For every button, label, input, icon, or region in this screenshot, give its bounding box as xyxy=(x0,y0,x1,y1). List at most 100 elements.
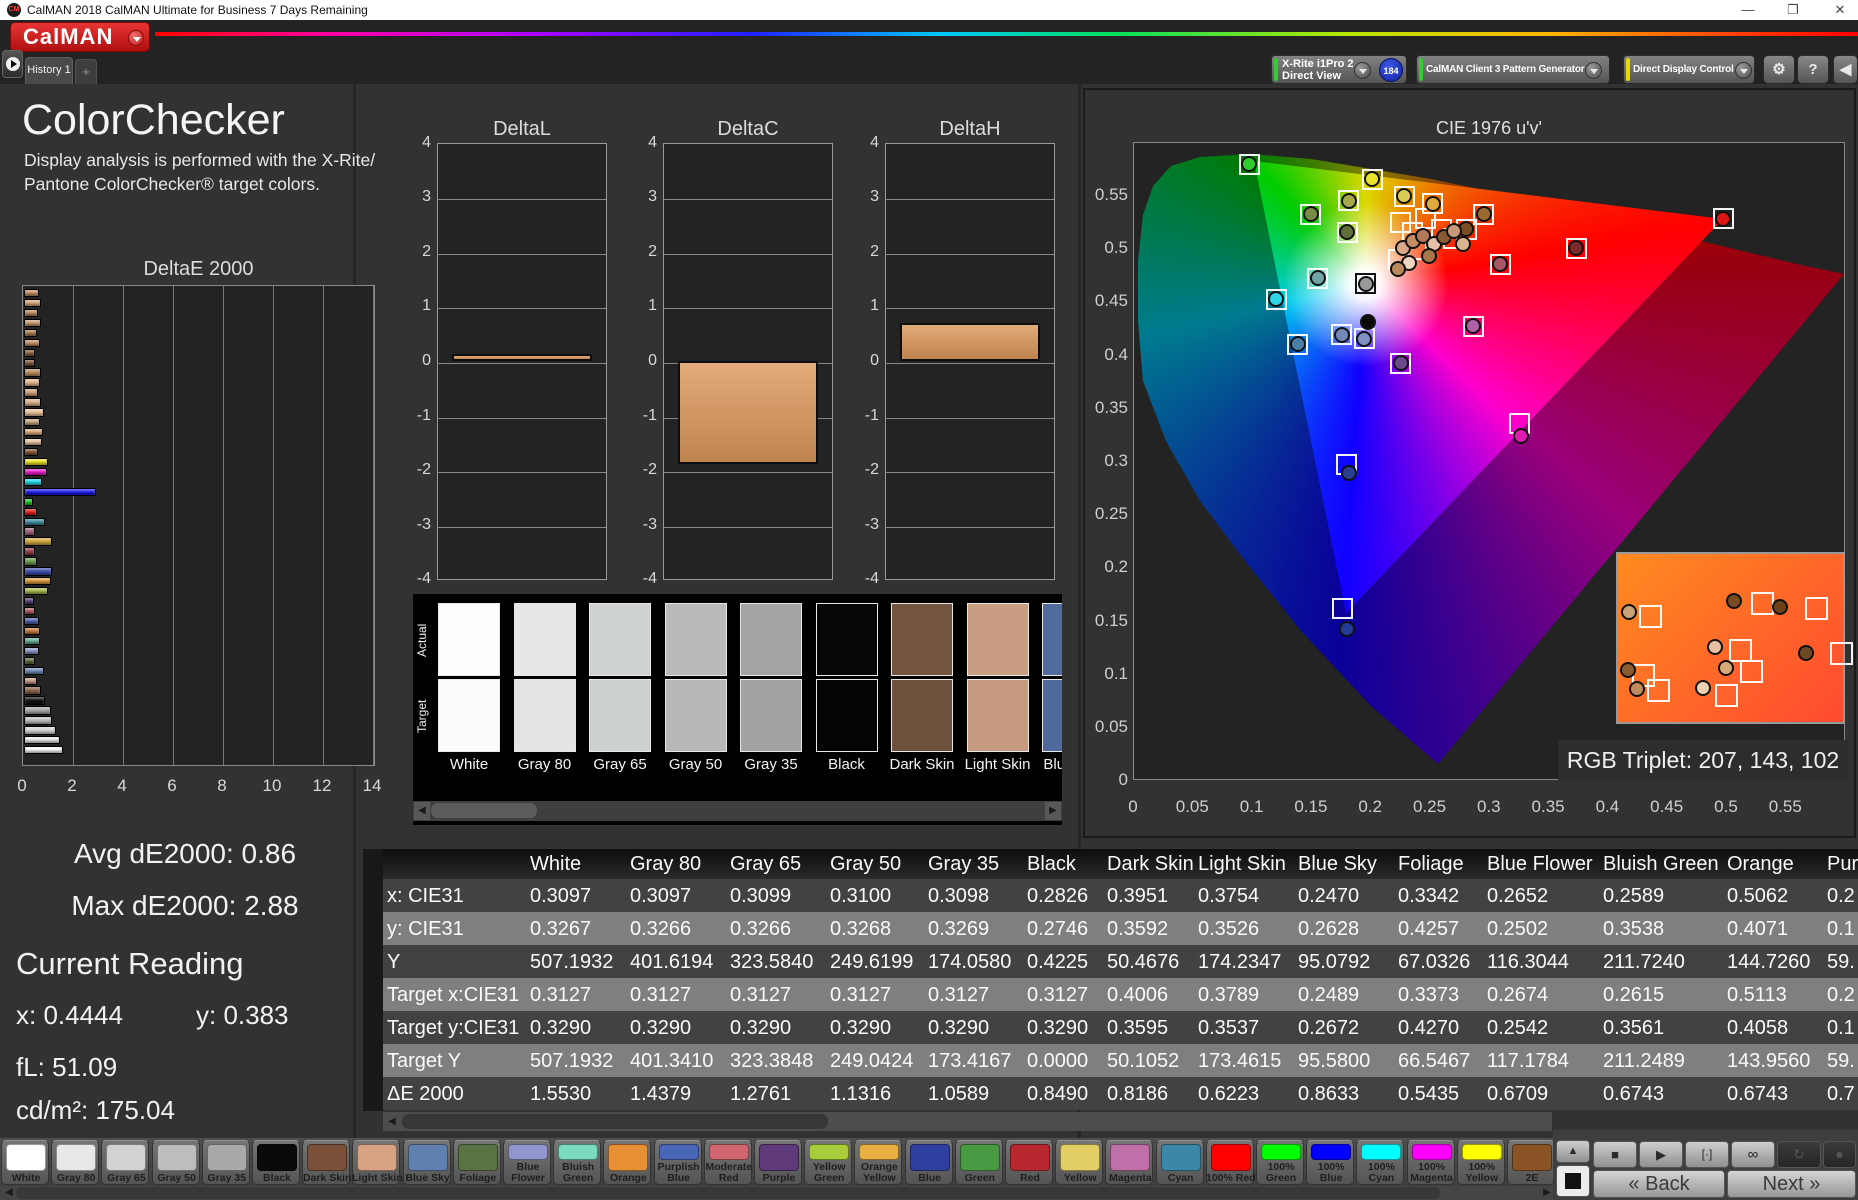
patch-button-bluish-green[interactable]: Bluish Green xyxy=(553,1140,602,1185)
patch-button-blue[interactable]: Blue xyxy=(904,1140,953,1185)
table-cell: 0.2489 xyxy=(1298,984,1360,1006)
patch-button-black[interactable]: Black xyxy=(252,1140,300,1185)
inset-target-square xyxy=(1740,660,1763,683)
patch-button-blue-sky[interactable]: Blue Sky xyxy=(402,1140,451,1185)
patch-button-label: Red xyxy=(1020,1172,1040,1184)
patch-label: Light Skin xyxy=(964,756,1031,773)
patch-button-orange-yellow[interactable]: Orange Yellow xyxy=(854,1140,903,1185)
table-cell: 0.6743 xyxy=(1603,1083,1665,1105)
display-window-button[interactable] xyxy=(1556,1165,1590,1197)
patch-button-gray-80[interactable]: Gray 80 xyxy=(51,1140,100,1185)
delta-tick-label: 1 xyxy=(422,297,431,315)
continuous-measure-button[interactable]: ∞ xyxy=(1731,1141,1775,1168)
patch-button-100--blue[interactable]: 100% Blue xyxy=(1306,1140,1355,1185)
deltae-bar xyxy=(24,577,51,586)
patch-button-light-skin[interactable]: Light Skin xyxy=(352,1140,403,1185)
strip-scroll-left-icon[interactable]: ◀ xyxy=(414,802,430,820)
actual-swatch-white xyxy=(438,603,500,676)
table-cell: 0.3266 xyxy=(730,918,792,940)
patch-button-label: Blue Sky xyxy=(405,1172,450,1184)
delta-chart xyxy=(885,143,1055,580)
inset-measured-point xyxy=(1707,639,1723,655)
patch-button-2e[interactable]: 2E xyxy=(1507,1140,1555,1185)
patch-button-chip xyxy=(1361,1144,1402,1160)
patch-label: Blue Sky xyxy=(1043,756,1062,773)
table-cell: 1.1316 xyxy=(830,1083,892,1105)
delta-gridline xyxy=(886,253,1054,255)
back-button[interactable]: « Back xyxy=(1593,1170,1725,1198)
delta-gridline xyxy=(886,363,1054,364)
patch-button-moderate-red[interactable]: Moderate Red xyxy=(703,1140,752,1185)
stop-button[interactable]: ■ xyxy=(1593,1141,1637,1168)
patch-button-yellow[interactable]: Yellow xyxy=(1055,1140,1104,1185)
patch-button-100--green[interactable]: 100% Green xyxy=(1256,1140,1304,1185)
table-scrollbar[interactable]: ◀ xyxy=(383,1112,1552,1131)
record-button[interactable]: ● xyxy=(1823,1141,1856,1168)
table-cell: 59. xyxy=(1827,1050,1855,1072)
patch-button-chip xyxy=(206,1144,247,1171)
deltae-bar xyxy=(24,636,40,646)
patch-button-cyan[interactable]: Cyan xyxy=(1155,1140,1204,1185)
delta-tick-label: 0 xyxy=(648,352,657,369)
patch-button-foliage[interactable]: Foliage xyxy=(452,1140,501,1185)
inset-measured-point xyxy=(1772,599,1788,615)
patch-button-purplish-blue[interactable]: Purplish Blue xyxy=(653,1140,702,1185)
deltae-bar xyxy=(24,646,39,656)
panel-up-button[interactable]: ▲ xyxy=(1556,1140,1590,1163)
patch-button-label: Purplish Blue xyxy=(657,1161,700,1184)
table-scroll-left-icon[interactable]: ◀ xyxy=(384,1113,400,1130)
strip-scroll-thumb[interactable] xyxy=(431,803,537,818)
table-scroll-thumb[interactable] xyxy=(402,1114,828,1129)
deltae-bar xyxy=(24,736,60,745)
target-swatch-gray-50 xyxy=(664,679,727,752)
toolbar-scroll-left-icon[interactable]: ◀ xyxy=(1,1187,17,1199)
single-measure-button[interactable]: [·] xyxy=(1685,1141,1729,1168)
patch-button-chip xyxy=(106,1144,147,1171)
delta-chart-title: DeltaH xyxy=(939,118,1001,140)
refresh-button[interactable]: ↻ xyxy=(1777,1141,1821,1168)
patch-button-100--cyan[interactable]: 100% Cyan xyxy=(1356,1140,1405,1185)
patch-button-label: Gray 80 xyxy=(56,1172,96,1184)
cie-x-tick-label: 0.15 xyxy=(1294,797,1328,816)
deltae-bar xyxy=(24,298,41,308)
patch-button-chip xyxy=(56,1144,97,1171)
patch-button-chip xyxy=(457,1144,498,1171)
patch-button-gray-65[interactable]: Gray 65 xyxy=(101,1140,150,1185)
inset-target-square xyxy=(1830,642,1853,665)
table-cell: 1.0589 xyxy=(928,1083,990,1105)
patch-button-gray-35[interactable]: Gray 35 xyxy=(201,1140,250,1185)
patch-button-100--red[interactable]: 100% Red xyxy=(1205,1140,1256,1185)
cie-measured-point xyxy=(1392,355,1409,372)
delta-tick-label: 2 xyxy=(870,242,879,260)
next-button[interactable]: Next » xyxy=(1727,1170,1856,1198)
strip-scroll-right-icon[interactable]: ▶ xyxy=(1045,802,1061,820)
delta-tick-label: -2 xyxy=(642,461,657,479)
patch-button-blue-flower[interactable]: Blue Flower xyxy=(503,1140,551,1185)
deltae-bar xyxy=(24,567,53,576)
patch-button-chip xyxy=(658,1144,699,1160)
toolbar-scroll-thumb[interactable] xyxy=(16,1187,1440,1199)
play-button[interactable]: ▶ xyxy=(1639,1141,1683,1168)
table-cell: 0.2589 xyxy=(1603,885,1665,907)
toolbar-scrollbar[interactable]: ◀ ▶ xyxy=(0,1186,1556,1200)
cie-y-tick-label: 0.45 xyxy=(1094,291,1128,311)
patch-button-green[interactable]: Green xyxy=(954,1140,1003,1185)
cie-measured-point xyxy=(1333,326,1350,343)
patch-button-100--yellow[interactable]: 100% Yellow xyxy=(1456,1140,1505,1185)
patch-button-yellow-green[interactable]: Yellow Green xyxy=(804,1140,853,1185)
patch-button-gray-50[interactable]: Gray 50 xyxy=(151,1140,200,1185)
patch-button-white[interactable]: White xyxy=(1,1140,49,1185)
patch-button-chip xyxy=(1010,1144,1050,1171)
patch-button-red[interactable]: Red xyxy=(1005,1140,1053,1185)
workspace: ColorChecker Display analysis is perform… xyxy=(0,0,1858,1200)
patch-button-orange[interactable]: Orange xyxy=(603,1140,652,1185)
patch-button-dark-skin[interactable]: Dark Skin xyxy=(302,1140,351,1185)
stat-fl: fL: 51.09 xyxy=(16,1052,118,1082)
patch-button-purple[interactable]: Purple xyxy=(754,1140,802,1185)
patch-button-100--magenta[interactable]: 100% Magenta xyxy=(1406,1140,1455,1185)
patch-button-chip xyxy=(558,1144,599,1160)
deltae-gridline xyxy=(173,286,174,765)
patch-strip-scrollbar[interactable]: ◀ ▶ xyxy=(413,801,1062,821)
patch-button-label: White xyxy=(11,1172,41,1184)
patch-button-magenta[interactable]: Magenta xyxy=(1105,1140,1154,1185)
